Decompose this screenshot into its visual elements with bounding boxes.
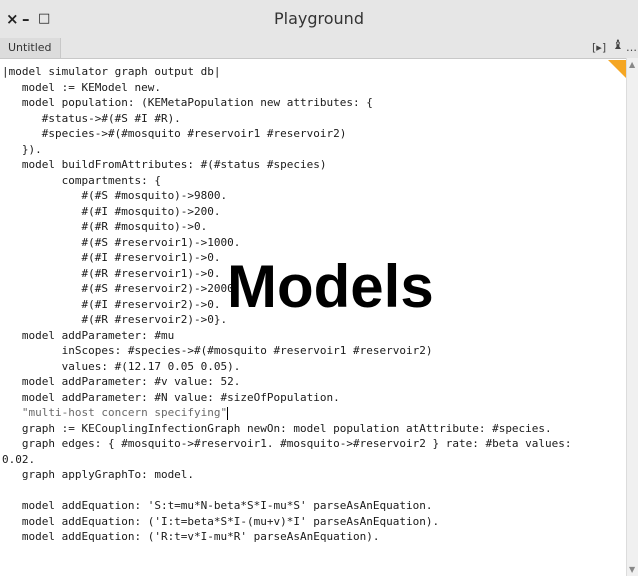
code-line: #(#S #reservoir2)->2000.	[2, 282, 241, 295]
code-line: model addEquation: 'S:t=mu*N-beta*S*I-mu…	[2, 499, 433, 512]
code-line: #status->#(#S #I #R).	[2, 111, 181, 125]
window-title: Playground	[274, 9, 364, 28]
code-line: graph applyGraphTo: model.	[2, 468, 195, 481]
code-line: inScopes: #species->#(#mosquito #reservo…	[2, 344, 433, 357]
window-titlebar: × – □ Playground	[0, 0, 638, 38]
code-line: |model simulator graph output db|	[2, 65, 221, 78]
code-line: #(#I #reservoir2)->0.	[2, 297, 221, 311]
code-line: model buildFromAttributes: #(#status #sp…	[2, 158, 327, 171]
bindings-icon[interactable]: ♝	[612, 38, 624, 53]
modified-corner-marker	[608, 60, 626, 78]
code-line: compartments: {	[2, 173, 161, 187]
code-line: #(#I #reservoir1)->0.	[2, 251, 221, 264]
vertical-scrollbar[interactable]: ▲ ▼	[626, 58, 638, 576]
code-line: graph := KECouplingInfectionGraph newOn:…	[2, 421, 552, 435]
code-line: #species->#(#mosquito #reservoir1 #reser…	[2, 127, 347, 140]
tab-bar: Untitled [▸] ♝ …	[0, 38, 638, 59]
code-line: model := KEModel new.	[2, 80, 161, 94]
scroll-down-icon[interactable]: ▼	[629, 565, 635, 574]
code-line: #(#S #reservoir1)->1000.	[2, 235, 241, 249]
tab-untitled[interactable]: Untitled	[0, 38, 61, 58]
code-line: model addEquation: ('I:t=beta*S*I-(mu+v)…	[2, 514, 440, 528]
code-line: model addParameter: #v value: 52.	[2, 375, 241, 388]
code-line: 0.02.	[2, 452, 36, 466]
code-line: model addEquation: ('R:t=v*I-mu*R' parse…	[2, 530, 380, 543]
scroll-up-icon[interactable]: ▲	[629, 60, 635, 69]
code-line: graph edges: { #mosquito->#reservoir1. #…	[2, 437, 572, 450]
code-line: #(#I #mosquito)->200.	[2, 204, 221, 218]
code-line: }).	[2, 142, 42, 156]
code-line: #(#S #mosquito)->9800.	[2, 189, 228, 202]
code-line: #(#R #mosquito)->0.	[2, 220, 208, 233]
code-line: #(#R #reservoir1)->0.	[2, 266, 221, 280]
code-line: values: #(12.17 0.05 0.05).	[2, 359, 241, 373]
text-cursor	[227, 406, 229, 420]
overlay-title: Models	[227, 253, 434, 320]
code-line: model population: (KEMetaPopulation new …	[2, 96, 373, 109]
code-comment-line: "multi-host concern specifying"	[2, 406, 228, 419]
run-icon[interactable]: [▸]	[592, 41, 606, 54]
code-line: model addParameter: #mu	[2, 328, 175, 342]
code-line: model addParameter: #N value: #sizeOfPop…	[2, 390, 340, 404]
more-menu-icon[interactable]: …	[626, 41, 637, 54]
code-line: #(#R #reservoir2)->0}.	[2, 313, 228, 326]
